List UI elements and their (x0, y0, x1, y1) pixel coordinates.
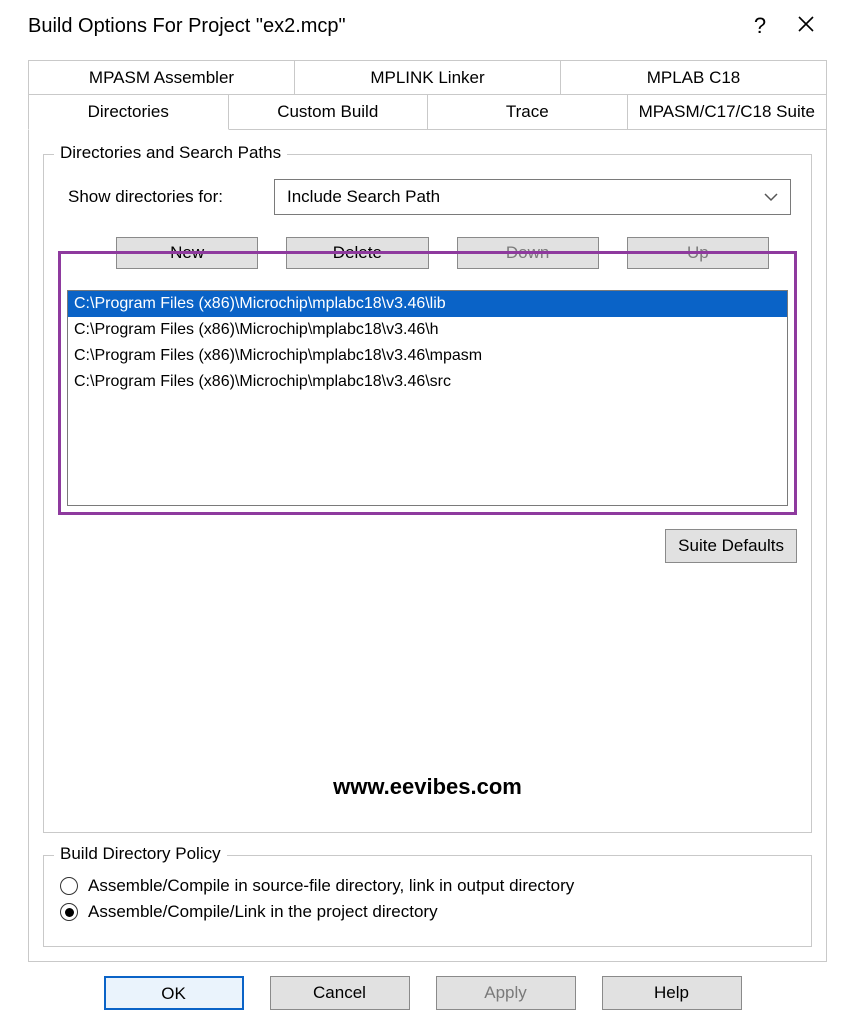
tab-panel-directories: Directories and Search Paths Show direct… (28, 129, 827, 962)
group-legend: Build Directory Policy (54, 844, 227, 864)
titlebar: Build Options For Project "ex2.mcp" ? (0, 0, 845, 52)
dialog-window: Build Options For Project "ex2.mcp" ? MP… (0, 0, 845, 1024)
cancel-button[interactable]: Cancel (270, 976, 410, 1010)
tab-strip: MPASM Assembler MPLINK Linker MPLAB C18 … (28, 60, 827, 130)
dialog-body: MPASM Assembler MPLINK Linker MPLAB C18 … (0, 52, 845, 1024)
close-icon[interactable] (783, 15, 829, 37)
show-directories-value: Include Search Path (287, 187, 440, 207)
radio-option-project-dir[interactable]: Assemble/Compile/Link in the project dir… (60, 902, 795, 922)
dialog-button-bar: OK Cancel Apply Help (0, 962, 845, 1024)
apply-button[interactable]: Apply (436, 976, 576, 1010)
tab-mpasm-assembler[interactable]: MPASM Assembler (28, 60, 295, 95)
tab-directories[interactable]: Directories (28, 94, 229, 130)
list-item[interactable]: C:\Program Files (x86)\Microchip\mplabc1… (68, 317, 787, 343)
search-path-listbox[interactable]: C:\Program Files (x86)\Microchip\mplabc1… (67, 290, 788, 506)
help-icon[interactable]: ? (737, 15, 783, 37)
tab-mplink-linker[interactable]: MPLINK Linker (295, 60, 561, 95)
tab-custom-build[interactable]: Custom Build (229, 94, 429, 130)
tab-suite[interactable]: MPASM/C17/C18 Suite (628, 94, 828, 130)
group-directories-search-paths: Directories and Search Paths Show direct… (43, 154, 812, 833)
help-button[interactable]: Help (602, 976, 742, 1010)
tab-mplab-c18[interactable]: MPLAB C18 (561, 60, 827, 95)
radio-label: Assemble/Compile/Link in the project dir… (88, 902, 438, 922)
chevron-down-icon (764, 189, 778, 205)
tab-trace[interactable]: Trace (428, 94, 628, 130)
ok-button[interactable]: OK (104, 976, 244, 1010)
radio-icon (60, 877, 78, 895)
annotation-highlight: C:\Program Files (x86)\Microchip\mplabc1… (58, 251, 797, 515)
window-title: Build Options For Project "ex2.mcp" (28, 15, 737, 38)
show-directories-select[interactable]: Include Search Path (274, 179, 791, 215)
list-item[interactable]: C:\Program Files (x86)\Microchip\mplabc1… (68, 369, 787, 395)
group-legend: Directories and Search Paths (54, 143, 287, 163)
watermark-text: www.eevibes.com (333, 774, 522, 800)
radio-icon (60, 903, 78, 921)
suite-defaults-button[interactable]: Suite Defaults (665, 529, 797, 563)
group-build-directory-policy: Build Directory Policy Assemble/Compile … (43, 855, 812, 947)
radio-option-source-dir[interactable]: Assemble/Compile in source-file director… (60, 876, 795, 896)
radio-label: Assemble/Compile in source-file director… (88, 876, 574, 896)
list-item[interactable]: C:\Program Files (x86)\Microchip\mplabc1… (68, 343, 787, 369)
show-directories-label: Show directories for: (64, 187, 274, 207)
list-item[interactable]: C:\Program Files (x86)\Microchip\mplabc1… (68, 291, 787, 317)
